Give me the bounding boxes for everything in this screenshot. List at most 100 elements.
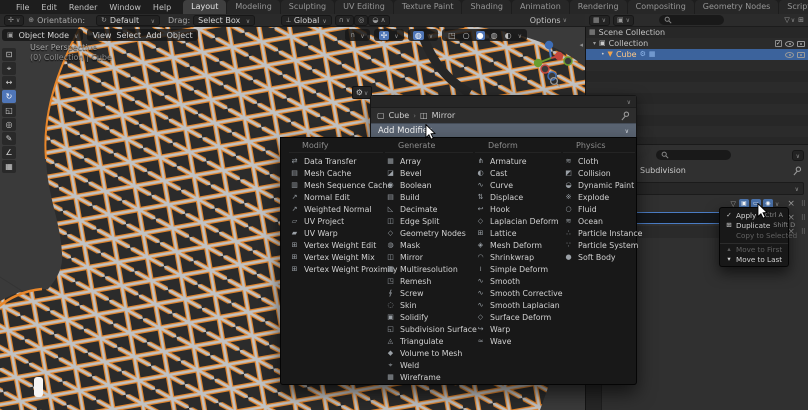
modifier-menu-item[interactable]: ⇅ Displace xyxy=(475,191,561,203)
orientation-dropdown[interactable]: ↻ Default xyxy=(96,14,161,26)
viewport-tool-button[interactable]: ◱ xyxy=(2,104,16,117)
breadcrumb-object-name[interactable]: Cube xyxy=(389,111,410,120)
topbar-menu-item[interactable]: Help xyxy=(147,3,177,12)
shading-xray-icon[interactable]: ◳ xyxy=(447,31,457,40)
shading-solid-icon[interactable]: ● xyxy=(475,30,485,40)
modifier-menu-item[interactable]: ≀ Simple Deform xyxy=(475,263,561,275)
modifier-menu-item[interactable]: ◐ Cast xyxy=(475,167,561,179)
workspace-tab[interactable]: Animation xyxy=(511,0,569,14)
drag-handle-icon[interactable] xyxy=(801,227,806,237)
expand-arrow-icon[interactable]: ▾ xyxy=(593,40,596,47)
mode-dropdown[interactable]: ▣ Object Mode xyxy=(2,29,84,41)
modifier-menu-item[interactable]: ◇ Surface Deform xyxy=(475,311,561,323)
topbar-menu-item[interactable]: File xyxy=(10,3,35,12)
modifier-menu-item[interactable]: ∮ Screw xyxy=(385,287,473,299)
modifier-menu-item[interactable]: ◆ Volume to Mesh xyxy=(385,347,473,359)
workspace-tab[interactable]: Geometry Nodes xyxy=(694,0,779,14)
modifier-menu-item[interactable]: ∿ Smooth xyxy=(475,275,561,287)
modifier-menu-item[interactable]: ↪ Warp xyxy=(475,323,561,335)
modifier-menu-item[interactable]: ⊞ Vertex Weight Edit xyxy=(289,239,383,251)
modifier-menu-item[interactable]: ◍ Mask xyxy=(385,239,473,251)
modifier-menu-item[interactable]: ◇ Geometry Nodes xyxy=(385,227,473,239)
modifier-menu-item[interactable]: ≋ Cloth xyxy=(563,155,635,167)
viewport-tool-button[interactable]: ↔ xyxy=(2,76,16,89)
modifier-menu-item[interactable]: ⊞ Vertex Weight Proximity xyxy=(289,263,398,275)
workspace-tab[interactable]: Compositing xyxy=(627,0,694,14)
workspace-tab[interactable]: Modeling xyxy=(227,0,280,14)
editor-type-button[interactable]: ⚙ xyxy=(352,86,372,99)
workspace-tab[interactable]: Sculpting xyxy=(280,0,335,14)
topbar-menu-item[interactable]: Window xyxy=(103,3,147,12)
modifier-menu-item[interactable]: ≋ Ocean xyxy=(563,215,635,227)
modifier-menu-item[interactable]: ↩ Hook xyxy=(475,203,561,215)
modifier-menu-item[interactable]: ◌ Skin xyxy=(385,299,473,311)
modifier-menu-item[interactable]: ▤ Build xyxy=(385,191,473,203)
modifier-menu-item[interactable]: ◪ Bevel xyxy=(385,167,473,179)
viewport-menu-item[interactable]: View xyxy=(92,31,111,40)
context-menu-item[interactable]: ✓ Apply Ctrl A xyxy=(720,210,788,220)
outliner-search[interactable] xyxy=(659,15,724,25)
outliner-row-cube[interactable]: • ▼ Cube ⚙ ▦ xyxy=(586,49,808,60)
modifier-menu-item[interactable]: ◉ Boolean xyxy=(385,179,473,191)
viewport-menu-item[interactable]: Add xyxy=(146,31,162,40)
modifier-menu-item[interactable]: ▥ Mesh Sequence Cache xyxy=(289,179,392,191)
modifier-menu-item[interactable]: ◱ Subdivision Surface xyxy=(385,323,477,335)
modifier-menu-item[interactable]: ↗ Weighted Normal xyxy=(289,203,383,215)
modifier-menu-item[interactable]: ◺ Decimate xyxy=(385,203,473,215)
drag-dropdown[interactable]: Select Box xyxy=(193,14,256,26)
workspace-tab[interactable]: Texture Paint xyxy=(393,0,462,14)
modifier-menu-item[interactable]: ▱ UV Project xyxy=(289,215,383,227)
snap-button[interactable]: ∩ xyxy=(345,29,370,41)
outliner-filter-id-button[interactable]: ▣ xyxy=(613,14,635,26)
outliner-display-mode-button[interactable]: ▦ xyxy=(589,14,611,26)
chevron-down-icon[interactable] xyxy=(627,97,631,107)
zoom-tool-icon[interactable] xyxy=(549,76,561,88)
viewport-tool-button[interactable]: ✎ xyxy=(2,132,16,145)
outliner-row-scene-collection[interactable]: ▦ Scene Collection xyxy=(586,27,808,38)
active-tool-button[interactable]: ✢ xyxy=(4,14,25,26)
modifier-menu-item[interactable]: ⋔ Armature xyxy=(475,155,561,167)
modifier-menu-item[interactable]: ◠ Shrinkwrap xyxy=(475,251,561,263)
context-menu-item[interactable]: ⊞ Duplicate Shift D xyxy=(720,220,795,230)
disable-render-camera-icon[interactable] xyxy=(797,40,805,47)
viewport-tool-button[interactable]: ▦ xyxy=(2,160,16,173)
modifier-menu-item[interactable]: ⊞ Vertex Weight Mix xyxy=(289,251,383,263)
modifier-menu-item[interactable]: ◩ Collision xyxy=(563,167,635,179)
modifier-menu-item[interactable]: ● Soft Body xyxy=(563,251,635,263)
modifier-menu-item[interactable]: ⊞ Lattice xyxy=(475,227,561,239)
properties-options-button[interactable] xyxy=(791,150,804,161)
transform-orientation-dropdown[interactable]: ⟂ Global xyxy=(281,14,332,26)
disable-render-camera-icon[interactable] xyxy=(797,51,805,58)
viewport-menu-item[interactable]: Select xyxy=(116,31,141,40)
shading-rendered-icon[interactable]: ◐ xyxy=(504,31,513,40)
workspace-tab[interactable]: UV Editing xyxy=(335,0,393,14)
hide-eye-icon[interactable] xyxy=(785,51,794,58)
modifier-menu-item[interactable]: ◬ Triangulate xyxy=(385,335,473,347)
hide-eye-icon[interactable] xyxy=(785,40,794,47)
modifier-menu-item[interactable]: ≈ Wave xyxy=(475,335,561,347)
breadcrumb-modifier-name[interactable]: Mirror xyxy=(432,111,456,120)
modifier-menu-item[interactable]: ⇄ Data Transfer xyxy=(289,155,383,167)
workspace-tab[interactable]: Rendering xyxy=(569,0,627,14)
delete-modifier-icon[interactable] xyxy=(787,199,795,209)
region-collapse-arrow[interactable]: ◂ xyxy=(579,41,583,49)
context-menu-item[interactable]: Copy to Selected xyxy=(720,230,797,240)
modifier-menu-item[interactable]: ↗ Normal Edit xyxy=(289,191,383,203)
new-collection-button[interactable]: ⊞ xyxy=(798,16,804,24)
drag-handle-icon[interactable] xyxy=(801,199,806,209)
gizmo-toggle[interactable]: ✢ xyxy=(373,29,404,41)
properties-search[interactable] xyxy=(656,150,731,160)
modifier-menu-item[interactable]: ⌖ Weld xyxy=(385,359,473,371)
modifier-menu-item[interactable]: ▦ Array xyxy=(385,155,473,167)
drag-handle-icon[interactable] xyxy=(801,213,806,223)
modifier-menu-item[interactable]: ◫ Edge Split xyxy=(385,215,473,227)
viewport-tool-button[interactable]: ⌖ xyxy=(2,62,16,75)
modifier-menu-item[interactable]: ◒ Dynamic Paint xyxy=(563,179,635,191)
modifier-menu-item[interactable]: ※ Explode xyxy=(563,191,635,203)
shading-material-icon[interactable]: ◍ xyxy=(490,31,499,40)
workspace-tab[interactable]: Layout xyxy=(183,0,227,14)
pin-icon[interactable] xyxy=(621,110,630,121)
modifier-menu-item[interactable]: ∿ Smooth Laplacian xyxy=(475,299,561,311)
modifier-menu-item[interactable]: ▦ Multiresolution xyxy=(385,263,473,275)
pin-icon[interactable] xyxy=(793,166,802,176)
